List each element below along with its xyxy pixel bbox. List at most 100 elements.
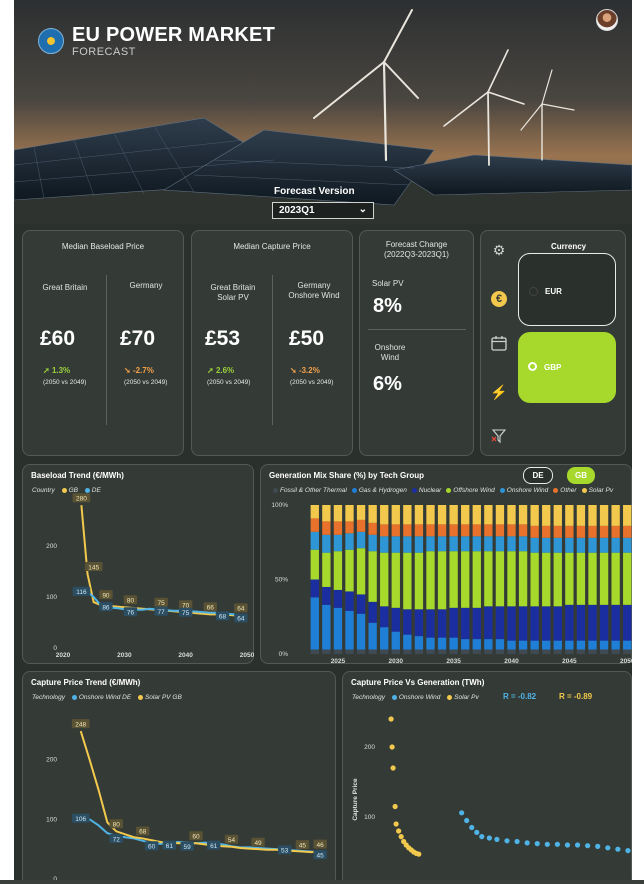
bar-segment [414, 609, 424, 637]
bar-segment [472, 649, 481, 654]
onshore-wind-change-value: 6% [373, 373, 402, 395]
bar-segment [426, 551, 435, 610]
currency-option-gbp[interactable]: GBP [518, 332, 616, 403]
gb-change-note: (2050 vs 2049) [43, 379, 87, 386]
bar-segment [576, 640, 586, 650]
bar-segment [461, 607, 470, 640]
bar-segment [414, 649, 424, 654]
bar-segment [530, 649, 539, 654]
bar-segment [368, 551, 377, 602]
region-label-de: Germany [129, 281, 163, 290]
bar-segment [518, 606, 528, 641]
x-tick-label: 2030 [389, 658, 404, 665]
divider [272, 275, 273, 425]
y-tick-label: 100% [271, 502, 288, 509]
capture-vs-generation-scatter: 100 200 Capture Price [352, 716, 631, 857]
scatter-point [459, 810, 465, 816]
forecast-version-dropdown[interactable]: 2023Q1 ⌄ [272, 202, 374, 219]
bar-segment [449, 607, 458, 638]
bar-segment [310, 531, 319, 550]
data-label: 59 [184, 844, 192, 851]
scatter-point [396, 828, 402, 834]
bar-segment [542, 649, 551, 654]
bar-segment [322, 552, 331, 587]
data-label: 68 [139, 829, 147, 836]
scatter-point [393, 821, 399, 827]
bar-segment [322, 521, 331, 535]
de-wind-change: ➘ -3.2% [290, 366, 320, 375]
bar-segment [611, 525, 620, 538]
scatter-point [389, 744, 395, 750]
scatter-point [615, 846, 621, 852]
horizontal-scrollbar[interactable] [0, 880, 644, 884]
currency-option-eur[interactable]: EUR [518, 253, 616, 326]
y-tick-label: 200 [46, 757, 57, 764]
bar-segment [426, 649, 435, 654]
bar-segment [530, 640, 539, 650]
currency-option-label: EUR [545, 287, 562, 296]
bar-segment [310, 549, 319, 580]
scatter-point [544, 841, 550, 847]
euro-icon[interactable]: € [490, 288, 508, 307]
bar-segment [565, 640, 574, 650]
gear-icon[interactable]: ⚙ [490, 241, 508, 259]
bar-segment [623, 505, 632, 526]
bar-segment [472, 551, 481, 608]
y-tick-label: 50% [275, 577, 288, 584]
bar-segment [310, 597, 319, 650]
region-label-gb-solar: Great Britain Solar PV [210, 283, 256, 302]
de-wind-capture-value: £50 [289, 327, 325, 350]
scatter-point [494, 836, 500, 842]
x-tick-label: 2030 [117, 652, 132, 659]
de-change: ➘ -2.7% [124, 366, 154, 375]
bar-segment [333, 551, 343, 590]
bar-segment [588, 649, 597, 654]
bar-segment [484, 536, 493, 552]
bar-segment [472, 524, 481, 537]
scatter-point [554, 841, 560, 847]
lightning-icon[interactable]: ⚡ [490, 383, 508, 401]
bar-segment [518, 640, 528, 650]
bar-segment [437, 609, 447, 638]
region-label-gb: Great Britain [42, 283, 88, 292]
bar-segment [380, 505, 389, 525]
bar-segment [345, 591, 354, 611]
baseload-price-card: Median Baseload Price Great Britain Germ… [22, 230, 184, 456]
y-tick-label: 100 [46, 816, 57, 823]
bar-segment [391, 607, 400, 632]
bar-segment [472, 639, 481, 650]
bar-segment [449, 649, 458, 654]
bar-segment [426, 505, 435, 525]
scatter-point [390, 765, 396, 771]
radio-selected [528, 362, 537, 371]
bar-segment [553, 640, 562, 650]
bar-segment [414, 552, 424, 610]
card-title: Forecast Change (2022Q3-2023Q1) [384, 240, 449, 259]
page-title: EU POWER MARKET [72, 24, 275, 46]
x-tick-label: 2050 [240, 652, 255, 659]
x-tick-label: 2025 [331, 658, 346, 665]
bar-segment [507, 640, 516, 650]
bar-segment [310, 579, 319, 598]
gb-solar-change-note: (2050 vs 2049) [207, 379, 251, 386]
bar-segment [391, 505, 400, 525]
bar-segment [414, 636, 424, 650]
capture-price-card: Median Capture Price Great Britain Solar… [191, 230, 353, 456]
forecast-change-card: Forecast Change (2022Q3-2023Q1) Solar PV… [359, 230, 474, 456]
bar-segment [426, 609, 435, 638]
calendar-icon[interactable] [490, 335, 508, 353]
bar-segment [345, 649, 354, 654]
bar-segment [530, 525, 539, 538]
bar-segment [576, 552, 586, 605]
scatter-point [514, 838, 520, 845]
bar-segment [472, 607, 481, 640]
bar-segment [322, 586, 331, 605]
forecast-version-label: Forecast Version [274, 186, 355, 197]
bar-segment [530, 537, 539, 553]
bar-segment [461, 551, 470, 608]
bar-segment [495, 606, 505, 640]
de-wind-change-note: (2050 vs 2049) [290, 379, 334, 386]
user-avatar[interactable] [596, 9, 618, 31]
clear-filter-icon[interactable] [490, 428, 508, 446]
scatter-point [388, 716, 394, 722]
